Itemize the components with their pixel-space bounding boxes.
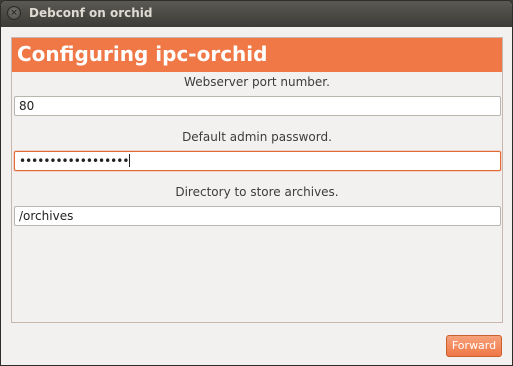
config-panel: Configuring ipc-orchid Webserver port nu… [11, 37, 503, 323]
archives-input[interactable]: /orchives [14, 206, 501, 226]
password-label: Default admin password. [182, 130, 332, 144]
dialog-content: Configuring ipc-orchid Webserver port nu… [1, 27, 512, 365]
close-icon[interactable]: × [7, 6, 21, 20]
port-input[interactable]: 80 [14, 96, 501, 116]
window-title: Debconf on orchid [29, 6, 153, 20]
archives-value: /orchives [19, 209, 74, 223]
port-value: 80 [19, 99, 35, 113]
forward-button[interactable]: Forward [446, 335, 502, 357]
title-bar[interactable]: × Debconf on orchid [1, 1, 512, 27]
text-caret [129, 154, 131, 167]
debconf-window: × Debconf on orchid Configuring ipc-orch… [0, 0, 513, 366]
port-label: Webserver port number. [184, 75, 330, 89]
password-masked-value: •••••••••••••••••• [19, 154, 129, 168]
password-input[interactable]: •••••••••••••••••• [14, 151, 501, 171]
archives-label: Directory to store archives. [175, 185, 339, 199]
page-title: Configuring ipc-orchid [17, 42, 268, 66]
config-header: Configuring ipc-orchid [12, 38, 502, 72]
